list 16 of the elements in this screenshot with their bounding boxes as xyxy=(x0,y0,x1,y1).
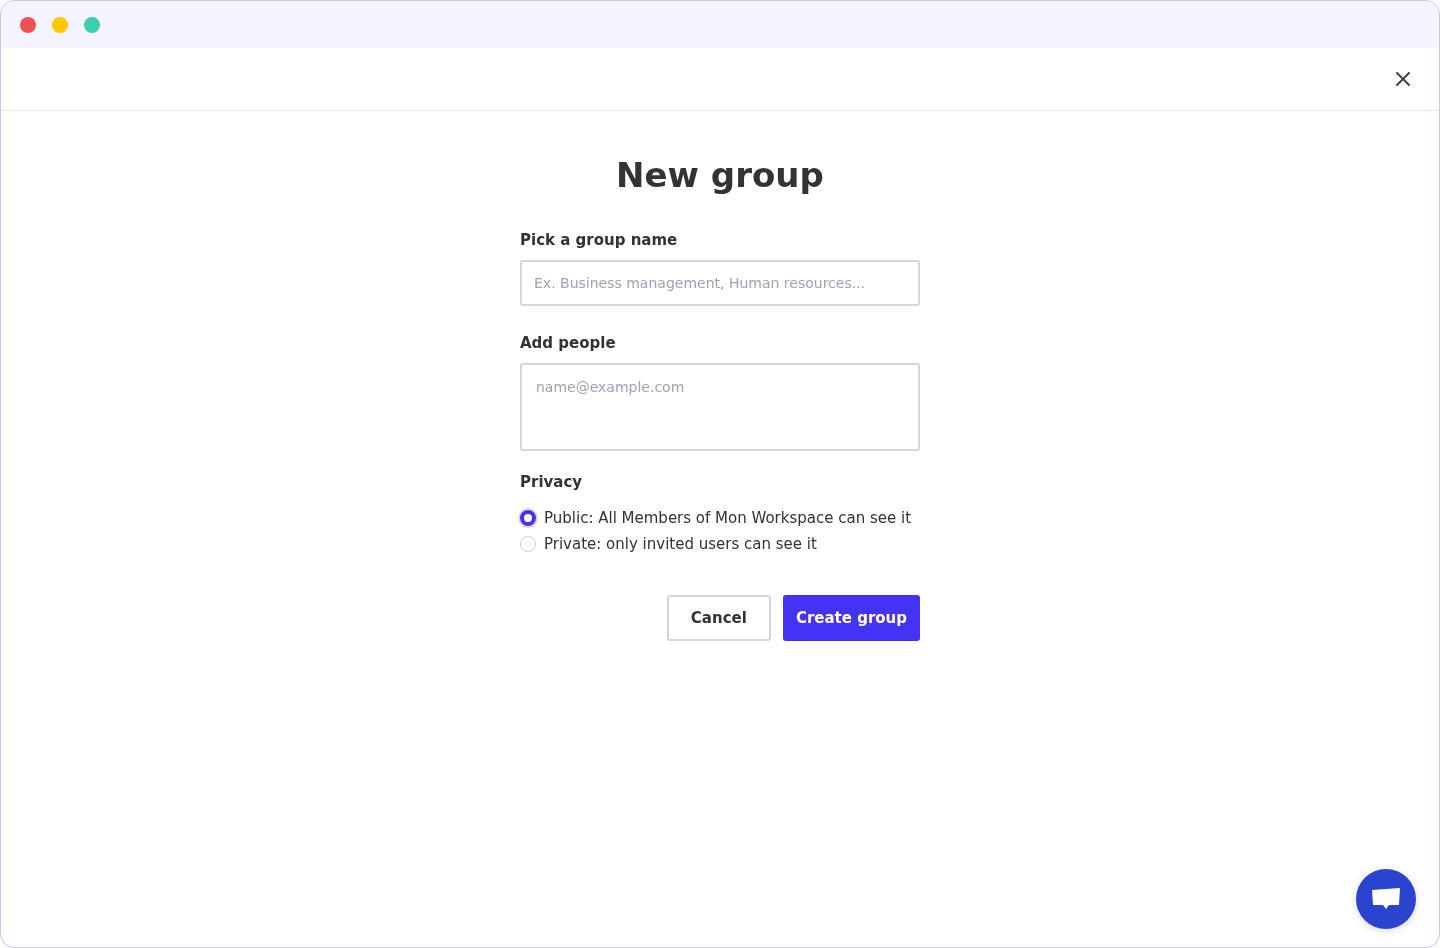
privacy-label: Privacy xyxy=(520,473,584,491)
close-window-dot[interactable] xyxy=(20,16,36,33)
group-name-field[interactable]: Ex. Business management, Human resources... xyxy=(520,260,920,306)
field-label: Add people xyxy=(520,334,617,352)
cancel-button[interactable]: Cancel xyxy=(666,595,771,641)
dialog-title: New group xyxy=(615,154,825,197)
radio-label: Private: only invited users can see it xyxy=(544,535,817,553)
minimize-window-dot[interactable] xyxy=(52,16,68,33)
field-label: Pick a group name xyxy=(520,231,679,249)
create-button[interactable]: Create group xyxy=(782,595,920,641)
maximize-window-dot[interactable] xyxy=(84,16,100,33)
people-field[interactable]: name@example.com xyxy=(520,363,920,451)
chat-button[interactable] xyxy=(1356,869,1416,929)
close-button[interactable] xyxy=(1393,69,1413,89)
radio-label: Public: All Members of Mon Workspace can see it xyxy=(544,509,912,527)
radio-button[interactable] xyxy=(520,510,536,526)
